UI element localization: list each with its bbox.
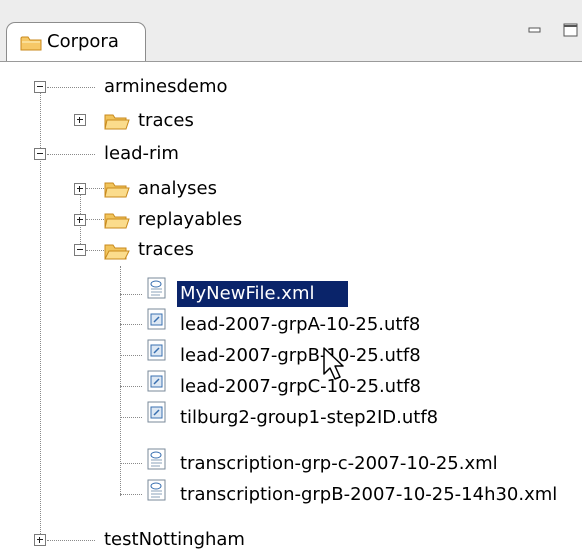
corpora-tree[interactable]: arminesdemo traces lead-rim analyses rep… [0, 62, 582, 556]
expand-toggle[interactable] [34, 534, 46, 546]
view-header: Corpora [0, 0, 582, 62]
tree-item-file[interactable]: lead-2007-grpC-10-25.utf8 [180, 376, 421, 398]
expand-toggle[interactable] [74, 183, 86, 195]
tree-item-file[interactable]: lead-2007-grpB-10-25.utf8 [180, 345, 421, 367]
open-folder-icon [104, 244, 130, 260]
mouse-cursor-icon [323, 347, 344, 380]
collapse-toggle[interactable] [74, 244, 86, 256]
maximize-icon[interactable] [562, 23, 578, 37]
tree-item-lead-rim[interactable]: lead-rim [104, 143, 179, 165]
text-file-icon [147, 339, 166, 361]
tree-item-analyses[interactable]: analyses [138, 178, 217, 200]
tab-label: Corpora [47, 31, 119, 52]
tree-item-file[interactable]: transcription-grp-c-2007-10-25.xml [180, 453, 498, 475]
xml-file-icon [147, 448, 166, 470]
tree-item-file[interactable]: transcription-grpB-2007-10-25-14h30.xml [180, 484, 557, 506]
folder-icon [20, 36, 42, 51]
folder-icon [104, 182, 130, 198]
tree-item-replayables[interactable]: replayables [138, 209, 242, 231]
collapse-toggle[interactable] [34, 81, 46, 93]
text-file-icon [147, 370, 166, 392]
folder-icon [104, 114, 130, 130]
tree-item-file[interactable]: tilburg2-group1-step2ID.utf8 [180, 407, 438, 429]
tree-item-mynewfile[interactable]: MyNewFile.xml [180, 283, 314, 305]
tree-item-traces[interactable]: traces [138, 110, 194, 132]
tab-corpora[interactable]: Corpora [6, 22, 146, 61]
text-file-icon [147, 401, 166, 423]
minimize-icon[interactable] [527, 23, 543, 37]
collapse-toggle[interactable] [34, 148, 46, 160]
tree-item-file[interactable]: lead-2007-grpA-10-25.utf8 [180, 314, 420, 336]
folder-icon [104, 213, 130, 229]
expand-toggle[interactable] [74, 214, 86, 226]
xml-file-icon [147, 479, 166, 501]
tree-item-testnottingham[interactable]: testNottingham [104, 529, 245, 551]
tree-item-arminesdemo[interactable]: arminesdemo [104, 76, 228, 98]
xml-file-icon [147, 277, 166, 299]
text-file-icon [147, 308, 166, 330]
tree-item-traces[interactable]: traces [138, 239, 194, 261]
expand-toggle[interactable] [74, 114, 86, 126]
